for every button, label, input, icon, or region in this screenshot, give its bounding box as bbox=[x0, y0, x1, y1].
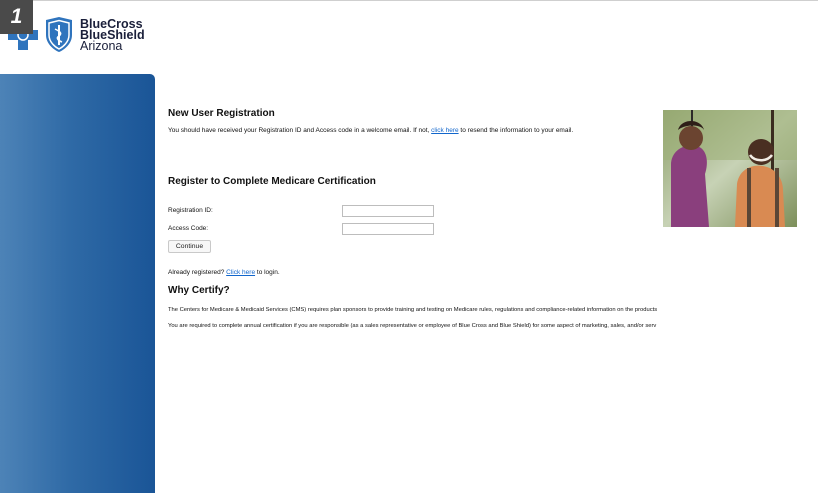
step-number-badge: 1 bbox=[0, 0, 33, 34]
registration-id-label: Registration ID: bbox=[168, 207, 213, 214]
brand-line-3: Arizona bbox=[80, 38, 123, 53]
sidebar-panel bbox=[0, 74, 155, 493]
main-content: New User Registration You should have re… bbox=[168, 0, 818, 493]
already-text-before: Already registered? bbox=[168, 269, 227, 276]
new-user-registration-heading: New User Registration bbox=[168, 108, 275, 119]
registration-id-input[interactable] bbox=[342, 205, 434, 217]
annual-certification-text: You are required to complete annual cert… bbox=[168, 323, 657, 329]
login-link[interactable]: Click here bbox=[226, 269, 255, 276]
already-registered-text: Already registered? Click here to login. bbox=[168, 269, 280, 276]
welcome-text-before: You should have received your Registrati… bbox=[168, 127, 432, 134]
couple-on-swings-photo bbox=[663, 110, 797, 227]
access-code-input[interactable] bbox=[342, 223, 434, 235]
resend-info-link[interactable]: click here bbox=[431, 127, 458, 134]
welcome-text-after: to resend the information to your email. bbox=[458, 127, 574, 134]
why-certify-heading: Why Certify? bbox=[168, 285, 230, 296]
access-code-label: Access Code: bbox=[168, 225, 209, 232]
welcome-email-text: You should have received your Registrati… bbox=[168, 127, 573, 134]
already-text-after: to login. bbox=[255, 269, 280, 276]
medicare-certification-heading: Register to Complete Medicare Certificat… bbox=[168, 176, 376, 187]
brand-wordmark: BlueCross BlueShield Arizona bbox=[80, 17, 145, 53]
shield-icon bbox=[46, 17, 72, 52]
cms-requirement-text: The Centers for Medicare & Medicaid Serv… bbox=[168, 307, 658, 313]
continue-button[interactable]: Continue bbox=[168, 240, 211, 253]
